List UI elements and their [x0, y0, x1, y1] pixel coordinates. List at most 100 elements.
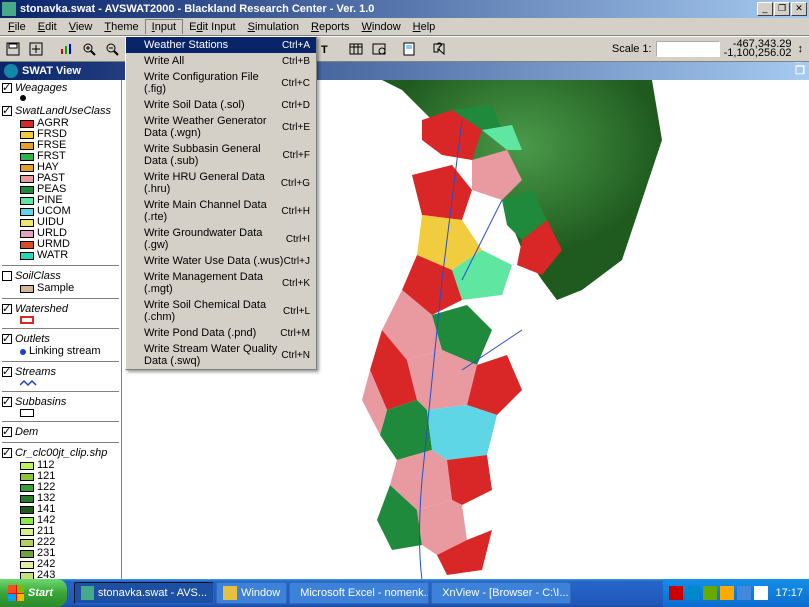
menu-item[interactable]: Write Soil Data (.sol)Ctrl+D [126, 97, 316, 113]
tool-layout[interactable] [398, 38, 420, 60]
checkbox-icon[interactable] [2, 83, 12, 93]
layer-streams[interactable]: Streams [2, 366, 119, 387]
menu-input[interactable]: Input [145, 19, 183, 34]
menu-reports[interactable]: Reports [305, 20, 356, 34]
tray-icon[interactable] [669, 586, 683, 600]
layer-watershed[interactable]: Watershed [2, 303, 119, 324]
swatch [20, 506, 34, 514]
line-symbol [20, 379, 38, 387]
checkbox-icon[interactable] [2, 448, 12, 458]
close-button[interactable]: ✕ [791, 2, 807, 16]
layer-weagages[interactable]: Weagages [2, 82, 119, 101]
checkbox-icon[interactable] [2, 427, 12, 437]
taskbar: Start stonavka.swat - AVS...WindowMicros… [0, 579, 809, 607]
coordinates-readout: -467,343.29 -1,100,256.02 [724, 40, 792, 58]
system-tray[interactable]: 17:17 [663, 579, 809, 607]
menu-item[interactable]: Weather StationsCtrl+A [126, 37, 316, 53]
legend-row: UIDU [20, 217, 119, 228]
tray-icon[interactable] [703, 586, 717, 600]
swatch [20, 142, 34, 150]
toolbar: T ? Scale 1: -467,343.29 -1,100,256.02 ↕ [0, 36, 809, 62]
menu-view[interactable]: View [63, 20, 99, 34]
swatch [20, 175, 34, 183]
legend-row: URMD [20, 239, 119, 250]
minimize-button[interactable]: _ [757, 2, 773, 16]
menu-item[interactable]: Write Configuration File (.fig)Ctrl+C [126, 69, 316, 97]
legend-row: PEAS [20, 184, 119, 195]
swatch [20, 550, 34, 558]
menu-simulation[interactable]: Simulation [242, 20, 305, 34]
menu-edit-input[interactable]: Edit Input [183, 20, 242, 34]
layer-outlets[interactable]: Outlets Linking stream [2, 333, 119, 357]
tray-icon[interactable] [754, 586, 768, 600]
layer-dem[interactable]: Dem [2, 426, 119, 438]
tool-label[interactable]: T [315, 38, 337, 60]
checkbox-icon[interactable] [2, 367, 12, 377]
tool-add[interactable] [25, 38, 47, 60]
menu-theme[interactable]: Theme [98, 20, 144, 34]
tool-table[interactable] [345, 38, 367, 60]
legend-row: FRST [20, 151, 119, 162]
menu-item[interactable]: Write HRU General Data (.hru)Ctrl+G [126, 169, 316, 197]
layer-landuse[interactable]: SwatLandUseClass AGRRFRSDFRSEFRSTHAYPAST… [2, 105, 119, 261]
legend-row: 242 [20, 559, 119, 570]
clock: 17:17 [775, 587, 803, 599]
legend-row: AGRR [20, 118, 119, 129]
menu-item[interactable]: Write Weather Generator Data (.wgn)Ctrl+… [126, 113, 316, 141]
tool-chart[interactable] [55, 38, 77, 60]
menu-item[interactable]: Write Groundwater Data (.gw)Ctrl+I [126, 225, 316, 253]
tool-help[interactable]: ? [428, 38, 450, 60]
checkbox-icon[interactable] [2, 397, 12, 407]
checkbox-icon[interactable] [2, 304, 12, 314]
legend-row: 231 [20, 548, 119, 559]
legend-row: Sample [20, 283, 119, 294]
checkbox-icon[interactable] [2, 106, 12, 116]
tray-icon[interactable] [720, 586, 734, 600]
menu-item[interactable]: Write Main Channel Data (.rte)Ctrl+H [126, 197, 316, 225]
scale-input[interactable] [656, 41, 720, 57]
start-button[interactable]: Start [0, 579, 67, 607]
tool-query[interactable] [368, 38, 390, 60]
menu-file[interactable]: File [2, 20, 32, 34]
taskbar-button[interactable]: Window [216, 582, 287, 604]
legend-row: 121 [20, 471, 119, 482]
menu-item[interactable]: Write Management Data (.mgt)Ctrl+K [126, 269, 316, 297]
layer-subbasins[interactable]: Subbasins [2, 396, 119, 417]
view-maximize[interactable]: ❐ [795, 64, 805, 77]
swatch [20, 484, 34, 492]
tool-zoom-out[interactable] [101, 38, 123, 60]
swatch [20, 539, 34, 547]
view-minimize[interactable]: _ [795, 52, 805, 64]
maximize-button[interactable]: ❐ [774, 2, 790, 16]
content-area: Weagages SwatLandUseClass AGRRFRSDFRSEFR… [0, 80, 809, 584]
checkbox-icon[interactable] [2, 334, 12, 344]
swatch [20, 164, 34, 172]
legend-row: PAST [20, 173, 119, 184]
layer-clc[interactable]: Cr_clc00jt_clip.shp 11212112213214114221… [2, 447, 119, 581]
menu-item[interactable]: Write Subbasin General Data (.sub)Ctrl+F [126, 141, 316, 169]
swatch [20, 462, 34, 470]
menu-edit[interactable]: Edit [32, 20, 63, 34]
checkbox-icon[interactable] [2, 271, 12, 281]
menu-help[interactable]: Help [407, 20, 442, 34]
tool-save[interactable] [2, 38, 24, 60]
swatch [20, 241, 34, 249]
swatch [20, 473, 34, 481]
input-dropdown: Weather StationsCtrl+AWrite AllCtrl+BWri… [125, 36, 317, 370]
window-title: stonavka.swat - AVSWAT2000 - Blackland R… [20, 3, 757, 15]
taskbar-button[interactable]: XnView - [Browser - C:\I... [431, 582, 571, 604]
menu-item[interactable]: Write Water Use Data (.wus)Ctrl+J [126, 253, 316, 269]
menu-item[interactable]: Write Pond Data (.pnd)Ctrl+M [126, 325, 316, 341]
menu-item[interactable]: Write Soil Chemical Data (.chm)Ctrl+L [126, 297, 316, 325]
menu-window[interactable]: Window [356, 20, 407, 34]
point-symbol [20, 349, 26, 355]
tool-zoom-in[interactable] [78, 38, 100, 60]
tray-icon[interactable] [686, 586, 700, 600]
menu-item[interactable]: Write AllCtrl+B [126, 53, 316, 69]
menu-item[interactable]: Write Stream Water Quality Data (.swq)Ct… [126, 341, 316, 369]
scale-label: Scale 1: [612, 43, 652, 55]
taskbar-button[interactable]: Microsoft Excel - nomenk... [289, 582, 429, 604]
layer-soilclass[interactable]: SoilClass Sample [2, 270, 119, 294]
taskbar-button[interactable]: stonavka.swat - AVS... [74, 582, 214, 604]
tray-icon[interactable] [737, 586, 751, 600]
